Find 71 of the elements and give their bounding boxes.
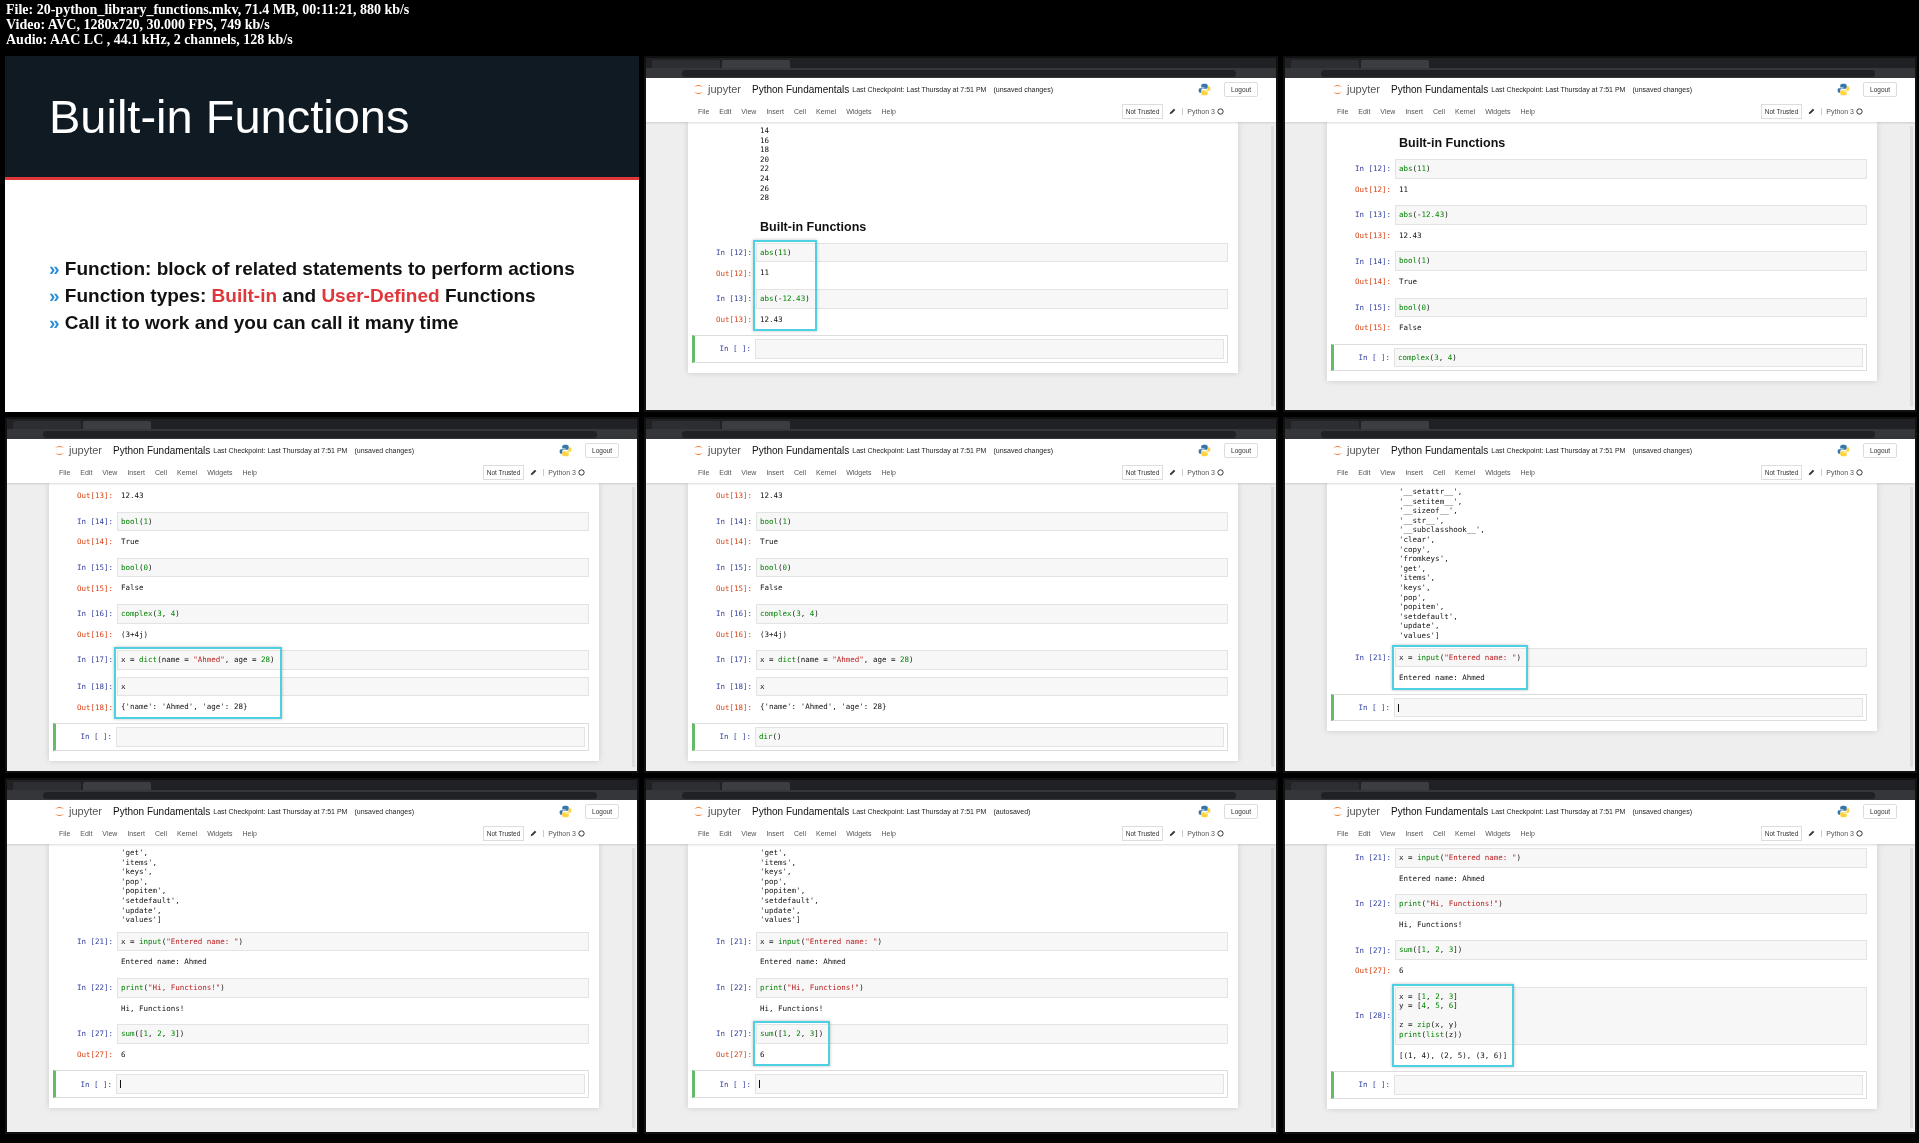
pencil-icon[interactable] [1808, 829, 1816, 837]
browser-tab[interactable] [83, 421, 151, 429]
pencil-icon[interactable] [530, 468, 538, 476]
kernel-idle-icon [578, 468, 585, 476]
notebook-title[interactable]: Python Fundamentals [113, 805, 211, 817]
python-logo-icon [559, 804, 573, 818]
section-heading: Built-in Functions [760, 218, 868, 236]
kernel-idle-icon [1217, 468, 1224, 476]
file-info-text: Audio: AAC LC , 44.1 kHz, 2 channels, 128 kb/s [6, 32, 294, 47]
address-field[interactable] [682, 791, 1236, 799]
browser-tab[interactable] [83, 782, 151, 790]
pencil-icon[interactable] [1169, 107, 1177, 115]
slide-title: Built-in Functions [49, 89, 410, 144]
logo-text: jupyter [1347, 83, 1381, 95]
address-field[interactable] [682, 430, 1236, 438]
notebook-title[interactable]: Python Fundamentals [113, 444, 211, 456]
python-logo-icon [1837, 804, 1851, 818]
python-logo-icon [1198, 804, 1212, 818]
browser-tab[interactable] [722, 421, 790, 429]
pencil-icon[interactable] [530, 829, 538, 837]
logo-text: jupyter [1347, 444, 1381, 456]
browser-tab[interactable] [722, 60, 790, 68]
address-field[interactable] [682, 69, 1236, 77]
kernel-idle-icon [1217, 829, 1224, 837]
code-input[interactable] [755, 339, 1224, 359]
section-heading: Built-in Functions [1399, 135, 1507, 152]
bullet-point: » Function: block of related statements to perform actions [49, 257, 576, 281]
browser-tab[interactable] [1361, 60, 1429, 68]
notebook-title[interactable]: Python Fundamentals [752, 805, 850, 817]
python-logo-icon [1837, 443, 1851, 457]
address-field[interactable] [43, 791, 597, 799]
python-logo-icon [1837, 82, 1851, 96]
address-field[interactable] [43, 430, 597, 438]
python-logo-icon [559, 443, 573, 457]
kernel-idle-icon [578, 829, 585, 837]
notebook-title[interactable]: Python Fundamentals [752, 444, 850, 456]
kernel-idle-icon [1856, 107, 1863, 115]
code-input[interactable] [1394, 1075, 1863, 1095]
pencil-icon[interactable] [1808, 107, 1816, 115]
logo-text: jupyter [708, 805, 742, 817]
pencil-icon[interactable] [1808, 468, 1816, 476]
python-logo-icon [1198, 82, 1212, 96]
code-input[interactable] [755, 1074, 1224, 1094]
logo-text: jupyter [708, 444, 742, 456]
address-field[interactable] [1321, 69, 1875, 77]
kernel-idle-icon [1217, 107, 1224, 115]
pencil-icon[interactable] [1169, 468, 1177, 476]
browser-tab[interactable] [1361, 782, 1429, 790]
notebook-title[interactable]: Python Fundamentals [1391, 83, 1489, 95]
file-info-text: File: 20-python_library_functions.mkv, 71.4 MB, 00:11:21, 880 kb/s [6, 2, 411, 17]
kernel-idle-icon [1856, 829, 1863, 837]
address-field[interactable] [1321, 791, 1875, 799]
bullet-point: » Call it to work and you can call it many time [49, 311, 460, 335]
browser-tab[interactable] [722, 782, 790, 790]
logo-text: jupyter [1347, 805, 1381, 817]
logo-text: jupyter [69, 805, 103, 817]
code-input[interactable] [116, 726, 585, 747]
notebook-title[interactable]: Python Fundamentals [1391, 805, 1489, 817]
code-input[interactable] [1394, 697, 1863, 718]
address-field[interactable] [1321, 430, 1875, 438]
python-logo-icon [1198, 443, 1212, 457]
logo-text: jupyter [69, 444, 103, 456]
bullet-point: » Function types: Built-in and User-Defined Functions [49, 284, 537, 308]
kernel-idle-icon [1856, 468, 1863, 476]
code-input[interactable] [116, 1074, 585, 1094]
browser-tab[interactable] [1361, 421, 1429, 429]
logo-text: jupyter [708, 83, 742, 95]
notebook-title[interactable]: Python Fundamentals [1391, 444, 1489, 456]
notebook-title[interactable]: Python Fundamentals [752, 83, 850, 95]
pencil-icon[interactable] [1169, 829, 1177, 837]
file-info-text: Video: AVC, 1280x720, 30.000 FPS, 749 kb/s [6, 17, 271, 32]
